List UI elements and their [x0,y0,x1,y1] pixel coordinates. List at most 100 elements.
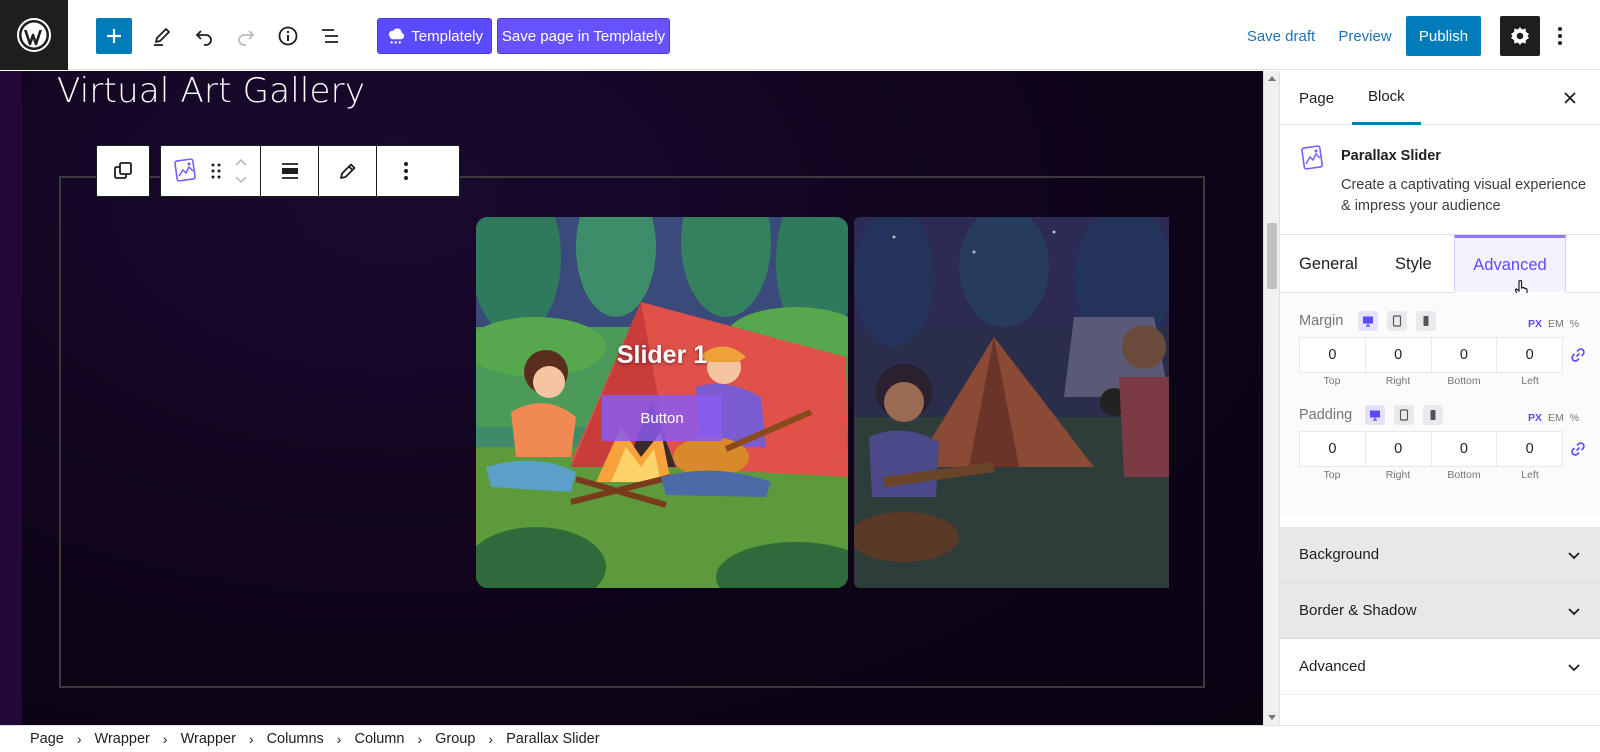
breadcrumb-separator-icon: › [162,731,168,747]
tablet-device-button[interactable] [1394,405,1414,425]
details-button[interactable] [270,18,306,54]
gear-icon [1511,27,1529,45]
scroll-down-arrow[interactable] [1268,715,1276,720]
breadcrumb-group[interactable]: Group [435,731,475,747]
info-icon [278,26,298,46]
slide-title[interactable]: Slider 1 [476,341,848,370]
editor-canvas[interactable]: Virtual Art Gallery Slider 1 Button [0,71,1263,725]
panel-border-shadow[interactable]: Border & Shadow [1280,583,1600,639]
slide-active[interactable]: Slider 1 Button [476,217,848,588]
margin-left-input[interactable]: 0 [1497,338,1562,372]
block-inserter-button[interactable] [96,18,132,54]
side-label-bottom: Bottom [1447,375,1481,387]
settings-button[interactable] [1500,16,1540,56]
undo-icon [195,30,212,46]
unit-percent[interactable]: % [1570,412,1579,424]
tab-block[interactable]: Block [1352,71,1421,125]
close-sidebar-button[interactable] [1557,85,1583,111]
breadcrumb-separator-icon: › [76,731,82,747]
padding-left-input[interactable]: 0 [1497,432,1562,466]
breadcrumb-wrapper[interactable]: Wrapper [181,731,236,747]
breadcrumb-page[interactable]: Page [30,731,64,747]
chevron-down-icon [1568,663,1580,671]
link-values-icon[interactable] [1570,347,1586,363]
undo-button[interactable] [186,18,222,54]
slide-next[interactable] [854,217,1169,588]
unit-em[interactable]: EM [1548,412,1564,424]
list-view-button[interactable] [312,18,348,54]
more-vertical-icon [404,162,408,180]
control-tabs: General Style Advanced [1280,235,1600,298]
canvas-scrollbar-thumb[interactable] [1267,223,1277,289]
scroll-up-arrow[interactable] [1268,76,1276,81]
panel-background[interactable]: Background [1280,527,1600,583]
redo-button[interactable] [228,18,264,54]
save-in-templately-button[interactable]: Save page in Templately [497,18,670,54]
breadcrumb-wrapper[interactable]: Wrapper [95,731,150,747]
tab-advanced[interactable]: Advanced [1454,235,1566,293]
canvas-scrollbar[interactable] [1263,71,1279,725]
mobile-device-button[interactable] [1416,311,1436,331]
slide-button[interactable]: Button [602,395,722,441]
tab-style[interactable]: Style [1395,235,1432,293]
tab-general[interactable]: General [1299,235,1358,293]
mobile-icon [1423,316,1429,326]
align-button[interactable] [261,146,319,196]
breadcrumb-separator-icon: › [248,731,254,747]
tab-page[interactable]: Page [1299,71,1334,125]
templately-button[interactable]: Templately [377,18,492,54]
breadcrumb-parallax-slider[interactable]: Parallax Slider [506,731,600,747]
publish-button[interactable]: Publish [1406,16,1481,56]
options-menu-button[interactable] [1548,18,1572,54]
panel-background-label: Background [1299,546,1380,563]
padding-side-labels: Top Right Bottom Left [1299,469,1563,481]
breadcrumb-columns[interactable]: Columns [267,731,324,747]
block-switcher-group [161,146,261,196]
padding-right-input[interactable]: 0 [1366,432,1432,466]
padding-top-input[interactable]: 0 [1300,432,1366,466]
padding-bottom-input[interactable]: 0 [1432,432,1498,466]
margin-right-input[interactable]: 0 [1366,338,1432,372]
close-icon [1564,92,1576,104]
desktop-device-button[interactable] [1358,311,1378,331]
settings-sidebar: Page Block Parallax Slider Create a capt… [1279,71,1600,725]
desktop-icon [1363,316,1373,327]
preview-button[interactable]: Preview [1334,18,1396,54]
wordpress-icon [17,18,51,52]
unit-px[interactable]: PX [1528,318,1542,330]
tablet-device-button[interactable] [1387,311,1407,331]
edit-button[interactable] [319,146,377,196]
desktop-device-button[interactable] [1365,405,1385,425]
move-up-down-buttons[interactable] [234,157,248,185]
parallax-slider-block-button[interactable] [173,157,199,185]
margin-side-labels: Top Right Bottom Left [1299,375,1563,387]
block-options-button[interactable] [377,146,435,196]
parallax-slider-icon [1299,143,1327,178]
wordpress-logo-button[interactable] [0,0,68,70]
panel-advanced[interactable]: Advanced [1280,639,1600,695]
side-label-right: Right [1385,375,1411,387]
unit-em[interactable]: EM [1548,318,1564,330]
padding-units: PX EM % [1528,412,1579,424]
unit-px[interactable]: PX [1528,412,1542,424]
tools-button[interactable] [144,18,180,54]
select-parent-button[interactable] [96,145,150,197]
templately-label: Templately [411,27,483,45]
templately-cloud-icon [388,28,405,44]
margin-bottom-input[interactable]: 0 [1432,338,1498,372]
redo-icon [238,30,255,46]
margin-inputs: 0 0 0 0 [1299,337,1563,373]
breadcrumb-column[interactable]: Column [354,731,404,747]
unit-percent[interactable]: % [1570,318,1579,330]
spacing-section: Margin PX EM % 0 0 0 0 Top Right Bottom … [1280,293,1600,515]
drag-handle[interactable] [211,162,221,180]
breadcrumb-separator-icon: › [488,731,494,747]
link-values-icon[interactable] [1570,441,1586,457]
pencil-icon [154,28,170,46]
margin-top-input[interactable]: 0 [1300,338,1366,372]
side-label-left: Left [1521,375,1539,387]
save-draft-button[interactable]: Save draft [1236,18,1326,54]
mobile-device-button[interactable] [1423,405,1443,425]
block-name: Parallax Slider [1341,148,1441,164]
page-title[interactable]: Virtual Art Gallery [57,71,365,111]
